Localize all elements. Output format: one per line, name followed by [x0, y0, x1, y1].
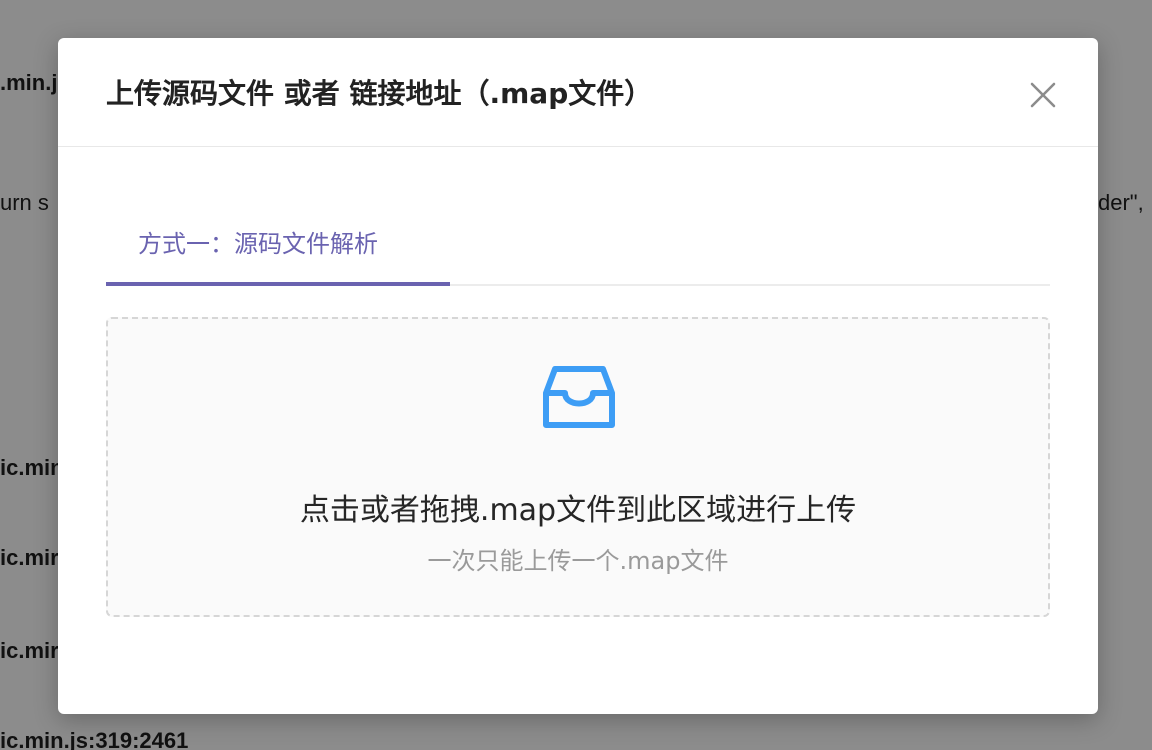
upload-dropzone[interactable]: 点击或者拖拽.map文件到此区域进行上传 一次只能上传一个.map文件 [106, 317, 1050, 617]
page: .min.j urn s der", ic.min ic.mir ic.mir … [0, 0, 1152, 750]
modal-title: 上传源码文件 或者 链接地址（.map文件） [106, 77, 653, 110]
close-icon [1030, 82, 1056, 108]
tab-source-file-parse[interactable]: 方式一：源码文件解析 [106, 230, 450, 286]
inbox-icon [543, 366, 615, 428]
modal-header: 上传源码文件 或者 链接地址（.map文件） [58, 38, 1098, 147]
close-button[interactable] [1020, 74, 1064, 118]
tab-label: 方式一：源码文件解析 [138, 230, 378, 258]
dropzone-hint: 一次只能上传一个.map文件 [427, 547, 729, 575]
tab-active-indicator [106, 282, 450, 286]
tabs-bar: 方式一：源码文件解析 [106, 230, 1050, 286]
dropzone-text: 点击或者拖拽.map文件到此区域进行上传 [299, 493, 857, 528]
upload-modal: 上传源码文件 或者 链接地址（.map文件） 方式一：源码文件解析 点击或者拖拽… [58, 38, 1098, 714]
